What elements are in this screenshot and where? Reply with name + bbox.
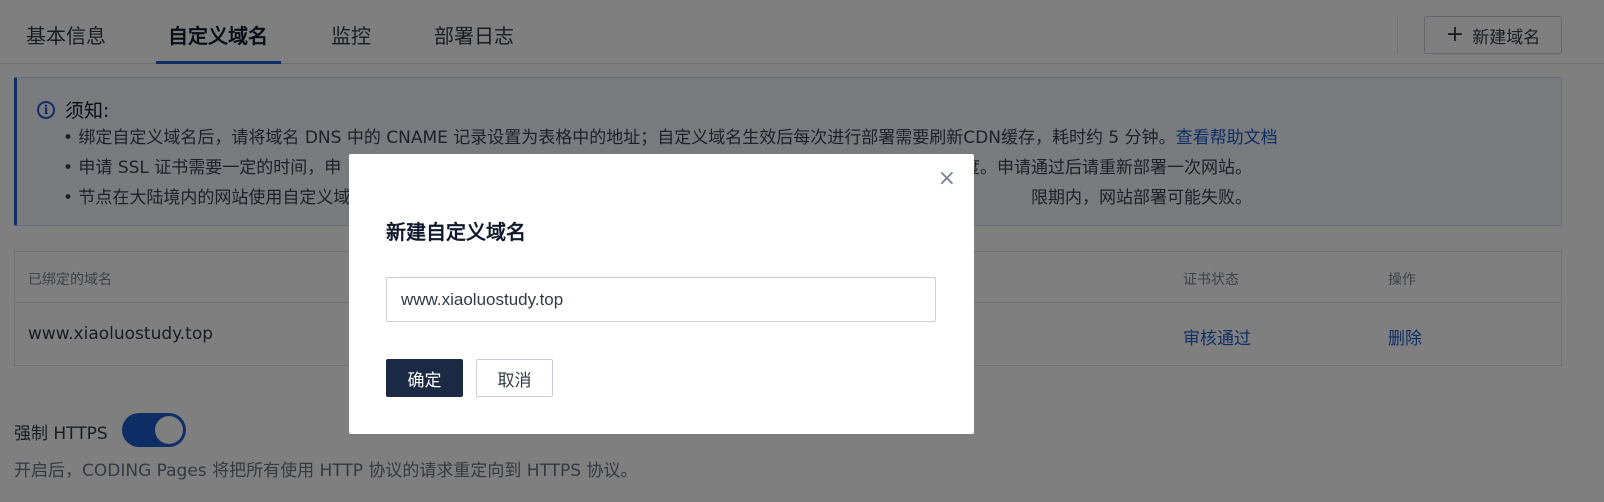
- new-domain-dialog: × 新建自定义域名 确定 取消: [349, 154, 974, 434]
- dialog-title: 新建自定义域名: [386, 220, 526, 244]
- domain-input[interactable]: [386, 277, 936, 322]
- cancel-button[interactable]: 取消: [476, 359, 553, 397]
- close-icon[interactable]: ×: [938, 168, 956, 190]
- confirm-button[interactable]: 确定: [386, 359, 463, 397]
